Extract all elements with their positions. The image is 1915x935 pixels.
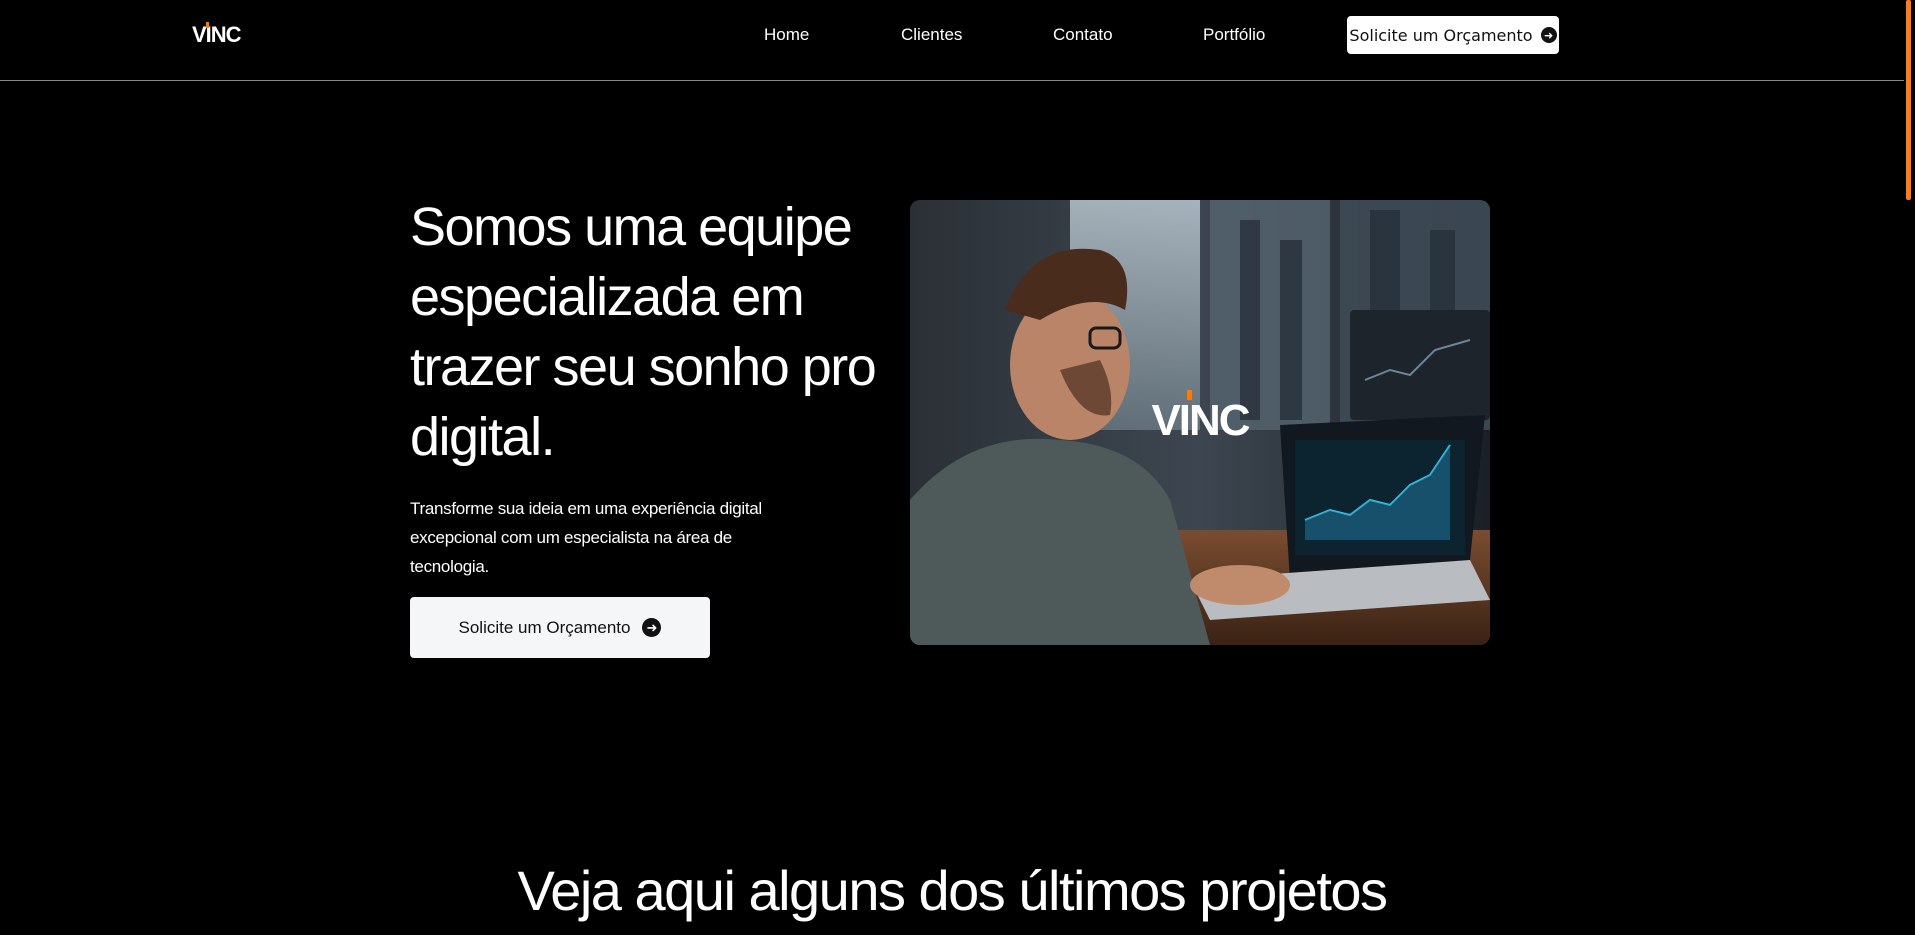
- site-header: VINC Home Clientes Contato Portfólio Sol…: [0, 0, 1904, 81]
- hero-quote-label: Solicite um Orçamento: [458, 617, 631, 637]
- logo-text: VINC: [192, 22, 242, 47]
- hero-title: Somos uma equipe especializada em trazer…: [410, 197, 877, 467]
- hero-subtitle: Transforme sua ideia em uma experiência …: [410, 499, 762, 576]
- hero-photo-illustration: VINC: [910, 200, 1490, 645]
- header-quote-button[interactable]: Solicite um Orçamento ➜: [1347, 16, 1559, 54]
- hero-image: VINC: [910, 200, 1490, 645]
- hero-quote-button[interactable]: Solicite um Orçamento ➜: [410, 597, 710, 658]
- nav-home[interactable]: Home: [764, 25, 809, 45]
- projects-section-title: Veja aqui alguns dos últimos projetos: [517, 859, 1388, 922]
- nav-clientes[interactable]: Clientes: [901, 25, 962, 45]
- logo-accent: [206, 22, 209, 28]
- header-quote-label: Solicite um Orçamento: [1349, 25, 1533, 45]
- svg-text:VINC: VINC: [1151, 396, 1249, 445]
- nav-portfolio[interactable]: Portfólio: [1203, 25, 1265, 45]
- logo[interactable]: VINC: [192, 22, 242, 48]
- hero-image-logo: VINC: [1151, 390, 1252, 445]
- arrow-right-circle-icon: ➜: [1540, 27, 1557, 43]
- scrollbar[interactable]: [1904, 0, 1915, 935]
- logo-mark: VINC: [192, 22, 242, 48]
- scrollbar-thumb[interactable]: [1906, 0, 1911, 200]
- arrow-right-circle-icon: ➜: [642, 618, 662, 637]
- nav-contato[interactable]: Contato: [1053, 25, 1113, 45]
- page: VINC Home Clientes Contato Portfólio Sol…: [0, 0, 1915, 935]
